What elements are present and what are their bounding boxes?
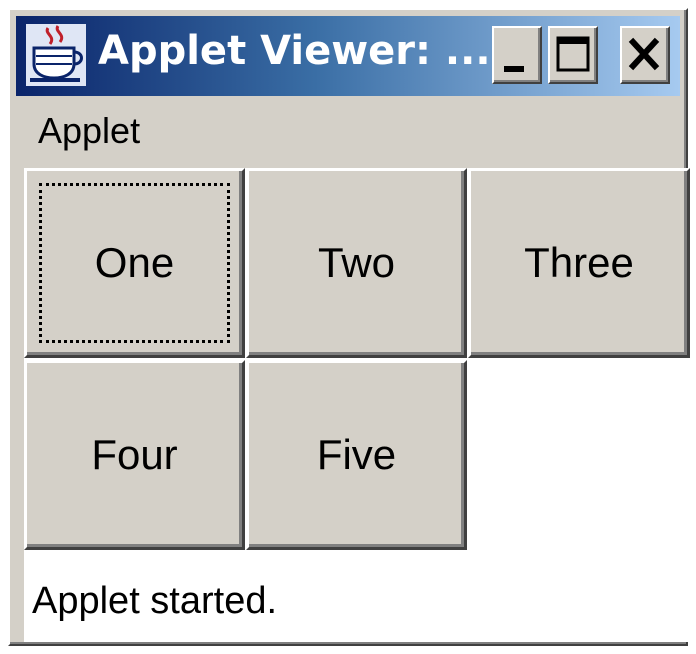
button-five[interactable]: Five xyxy=(246,360,467,550)
close-button[interactable] xyxy=(620,26,670,84)
minimize-icon xyxy=(504,66,524,72)
window-title: Applet Viewer: ... xyxy=(98,28,491,74)
button-four[interactable]: Four xyxy=(24,360,245,550)
maximize-button[interactable] xyxy=(548,26,598,84)
button-five-label: Five xyxy=(316,431,397,478)
button-one-label: One xyxy=(94,239,175,286)
close-icon xyxy=(628,37,660,71)
title-bar[interactable]: Applet Viewer: ... xyxy=(16,16,680,96)
button-four-label: Four xyxy=(91,431,178,478)
menu-bar: Applet xyxy=(16,96,680,160)
button-three[interactable]: Three xyxy=(468,168,690,358)
button-two[interactable]: Two xyxy=(246,168,467,358)
status-text: Applet started. xyxy=(32,580,278,622)
menu-applet[interactable]: Applet xyxy=(38,110,140,152)
applet-content: One Two Three Four Five Applet started. xyxy=(24,168,690,642)
button-two-label: Two xyxy=(317,239,396,286)
java-cup-icon[interactable] xyxy=(26,24,86,86)
focus-indicator xyxy=(39,183,230,343)
minimize-button[interactable] xyxy=(492,26,542,84)
button-three-label: Three xyxy=(524,239,634,286)
button-one[interactable]: One xyxy=(24,168,245,358)
